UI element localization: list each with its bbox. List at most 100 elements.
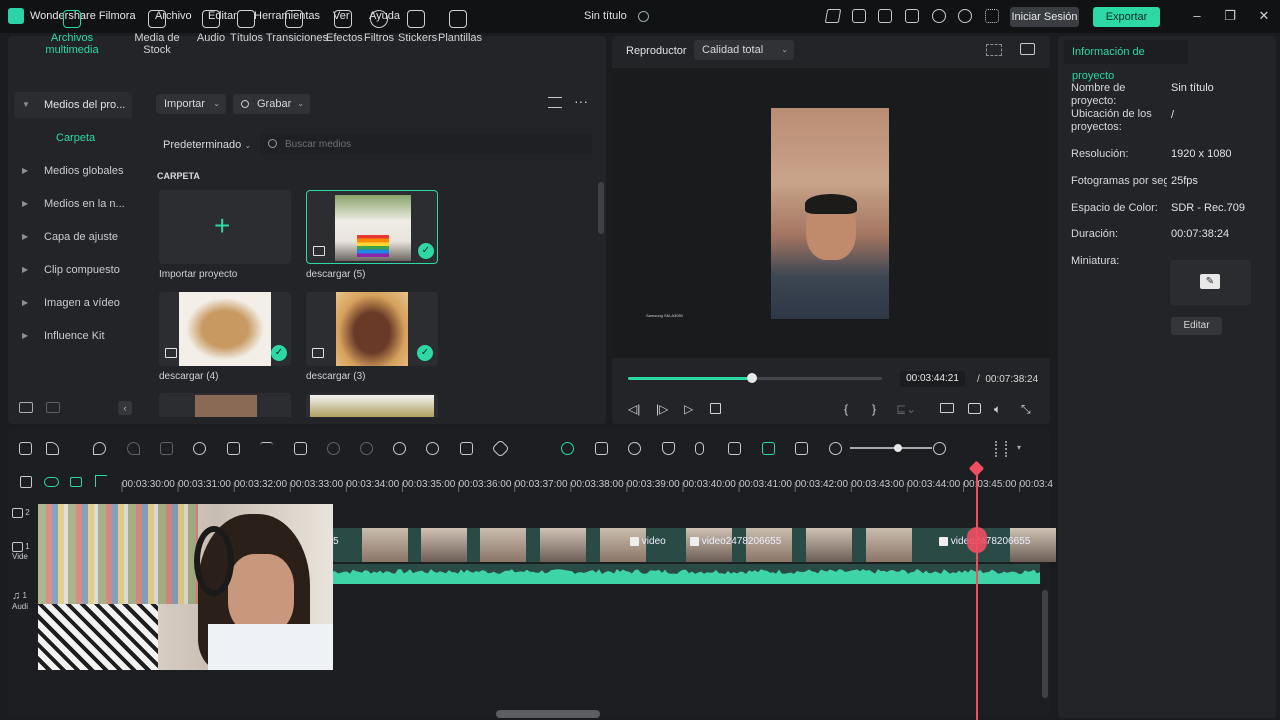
minimize-icon[interactable]: – [1190, 9, 1204, 23]
render-preview-icon[interactable] [561, 441, 576, 456]
zoom-out-icon[interactable] [829, 441, 844, 456]
new-folder-icon[interactable] [19, 402, 33, 413]
project-thumbnail[interactable]: ✎ [1170, 260, 1251, 305]
mark-in-icon[interactable]: { [844, 402, 848, 416]
snap-icon[interactable] [95, 475, 107, 487]
media-item-thumbnail[interactable] [306, 393, 438, 417]
volume-icon[interactable]: 🔈︎ [994, 402, 1001, 417]
auto-highlight-icon[interactable] [762, 441, 777, 456]
import-project-tile[interactable]: + [159, 190, 291, 264]
display-icon[interactable] [940, 403, 954, 413]
track-height-icon[interactable] [995, 441, 1007, 457]
headset-icon[interactable] [958, 9, 972, 23]
media-item-thumbnail[interactable]: ✓ [306, 292, 438, 366]
zoom-in-icon[interactable] [933, 441, 948, 456]
timeline-scrollbar-horizontal[interactable] [496, 710, 600, 718]
ai-tools-icon[interactable] [393, 441, 408, 456]
import-dropdown[interactable]: Importar ⌄ [156, 94, 226, 114]
split-marker-icon[interactable] [967, 527, 987, 553]
fullscreen-icon[interactable]: ⤡ [1021, 402, 1031, 417]
tab-media-de-stock[interactable]: Media de Stock [122, 10, 192, 56]
tab-filtros[interactable]: Filtros [364, 10, 394, 44]
tab-efectos[interactable]: Efectos [326, 10, 363, 44]
microphone-icon[interactable] [695, 441, 710, 456]
tab-titulos[interactable]: Títulos [230, 10, 263, 44]
quality-dropdown[interactable]: Calidad total ⌄ [694, 40, 794, 60]
tab-plantillas[interactable]: Plantillas [438, 10, 482, 44]
add-track-icon[interactable] [20, 476, 32, 488]
mark-out-icon[interactable]: } [872, 402, 876, 416]
link-icon[interactable] [491, 439, 510, 458]
maximize-icon[interactable]: ❐ [1223, 9, 1237, 23]
track-header-audio-1[interactable]: ♫ 1 Audi [12, 590, 28, 611]
sort-dropdown[interactable]: Predeterminado ⌄ [163, 139, 251, 151]
media-scrollbar[interactable] [598, 182, 604, 234]
cloud-upload-icon[interactable] [932, 9, 946, 23]
stop-icon[interactable] [710, 403, 721, 414]
next-frame-icon[interactable]: |▷ [656, 402, 668, 416]
zoom-slider-handle[interactable] [894, 444, 902, 452]
tab-stickers[interactable]: Stickers [398, 10, 437, 44]
tab-archivos-multimedia[interactable]: Archivos multimedia [26, 10, 118, 56]
media-item-thumbnail[interactable]: ✓ [306, 190, 438, 264]
sidebar-item-adjustment-layer[interactable]: ▶ Capa de ajuste [14, 224, 132, 250]
tab-transiciones[interactable]: Transiciones [266, 10, 328, 44]
previous-frame-icon[interactable]: ◁| [628, 402, 640, 416]
audio-edit-icon[interactable] [227, 441, 242, 456]
folder-icon[interactable] [46, 402, 60, 413]
voiceover-icon[interactable] [728, 441, 743, 456]
translate-icon[interactable] [460, 441, 475, 456]
collapse-sidebar-icon[interactable]: ‹ [118, 401, 132, 415]
close-icon[interactable]: ✕ [1257, 9, 1271, 23]
mask-icon[interactable] [426, 441, 441, 456]
fit-timeline-icon[interactable] [795, 441, 810, 456]
login-button[interactable]: Iniciar Sesión [1010, 7, 1079, 27]
save-icon[interactable] [905, 9, 919, 23]
sidebar-item-global-media[interactable]: ▶ Medios globales [14, 158, 132, 184]
snapshot-view-icon[interactable] [1020, 43, 1035, 55]
split-scissors-icon[interactable] [193, 441, 208, 456]
magnetic-timeline-icon[interactable] [44, 477, 59, 487]
sidebar-item-compound-clip[interactable]: ▶ Clip compuesto [14, 257, 132, 283]
undo-icon[interactable] [93, 441, 108, 456]
media-item-thumbnail[interactable] [159, 393, 291, 417]
filter-list-icon[interactable] [548, 97, 562, 108]
apps-grid-icon[interactable] [985, 9, 999, 23]
timeline-scrollbar-vertical[interactable] [1042, 590, 1048, 698]
auto-ripple-icon[interactable] [70, 477, 82, 487]
sidebar-item-cloud-media[interactable]: ▶ Medios en la n... [14, 191, 132, 217]
audio-waveform[interactable] [332, 564, 1040, 584]
zoom-slider-track[interactable] [850, 447, 932, 449]
record-dropdown[interactable]: Grabar ⌄ [233, 94, 310, 114]
motion-tracking-icon[interactable] [628, 441, 643, 456]
tab-audio[interactable]: Audio [196, 10, 226, 44]
media-library-icon[interactable] [852, 9, 866, 23]
tab-project-info[interactable]: Información de proyecto [1064, 40, 1188, 82]
track-header-video-2[interactable]: 2 [12, 508, 30, 518]
grid-view-icon[interactable] [986, 44, 1002, 56]
sidebar-item-project-media[interactable]: ▼ Medios del pro... [14, 92, 132, 118]
send-icon[interactable] [824, 9, 842, 23]
play-icon[interactable]: ▷ [684, 402, 693, 416]
auto-reframe-icon[interactable] [595, 441, 610, 456]
export-button[interactable]: Exportar [1093, 7, 1160, 27]
clip-label-text: video [641, 536, 666, 547]
chevron-down-icon: ⌄ [244, 141, 252, 150]
sidebar-item-influence-kit[interactable]: ▶ Influence Kit [14, 323, 132, 349]
chevron-down-icon[interactable]: ▾ [1017, 443, 1021, 452]
screen-icon[interactable] [878, 9, 892, 23]
edit-thumbnail-button[interactable]: Editar [1171, 317, 1222, 335]
crop-icon[interactable] [294, 441, 309, 456]
more-options-icon[interactable]: ··· [574, 94, 588, 108]
media-item-thumbnail[interactable]: ✓ [159, 292, 291, 366]
shield-icon[interactable] [662, 441, 677, 456]
playhead[interactable] [976, 464, 978, 720]
sidebar-item-image-to-video[interactable]: ▶ Imagen a vídeo [14, 290, 132, 316]
text-tool-icon[interactable] [260, 441, 275, 456]
track-header-video-1[interactable]: 1 Vide [12, 542, 30, 561]
sidebar-item-carpeta[interactable]: Carpeta [14, 125, 132, 151]
select-tool-icon[interactable] [46, 441, 61, 456]
player-tab[interactable]: Reproductor [626, 45, 687, 57]
camera-snapshot-icon[interactable] [968, 403, 981, 414]
layout-icon[interactable] [19, 441, 34, 456]
